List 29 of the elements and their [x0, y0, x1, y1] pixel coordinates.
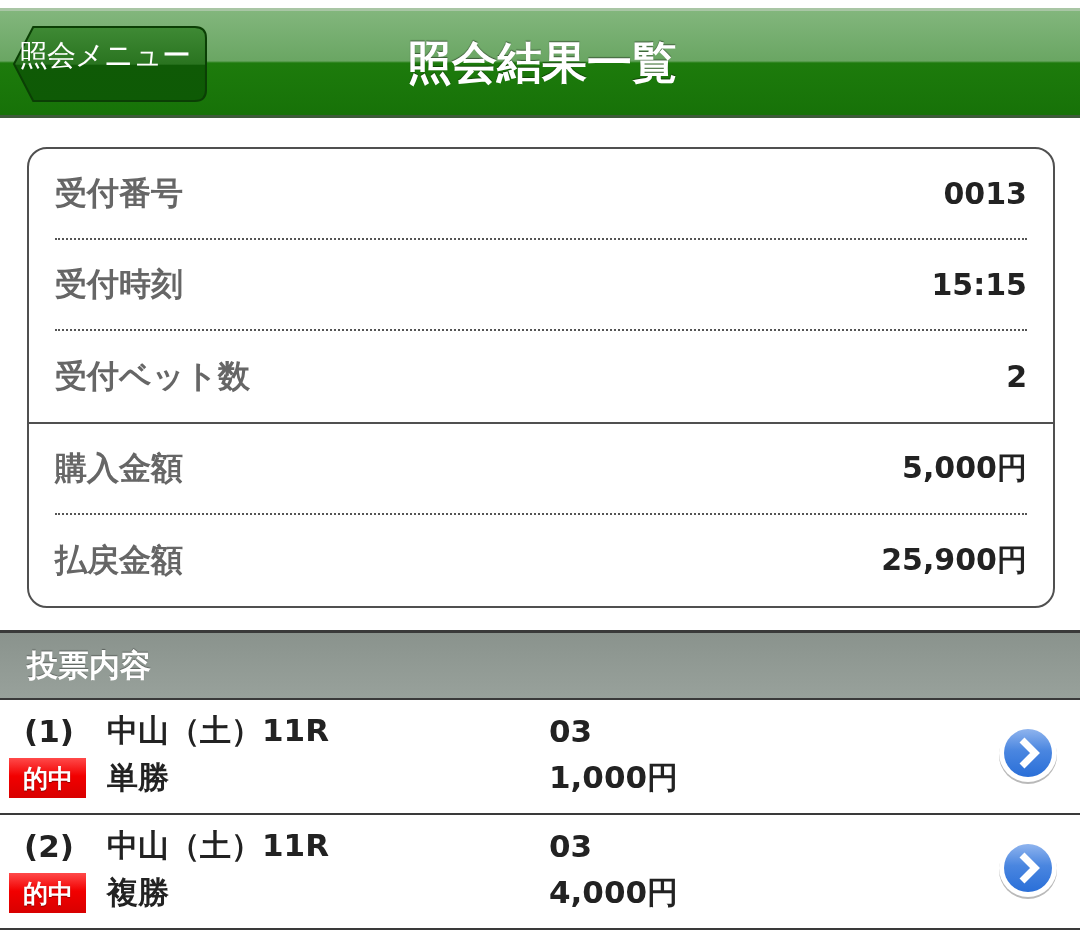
- summary-label: 購入金額: [55, 447, 183, 489]
- race-name: 中山（土）11R: [107, 826, 330, 865]
- page-title: 照会結果一覧: [407, 35, 677, 91]
- bet-row[interactable]: (1) 中山（土）11R 03 的中 単勝 1,000円: [0, 700, 1080, 815]
- summary-value: 25,900円: [881, 541, 1027, 579]
- bet-number: (1): [23, 713, 75, 749]
- summary-value: 15:15: [931, 267, 1027, 302]
- summary-label: 受付時刻: [55, 263, 183, 305]
- summary-value: 2: [1006, 359, 1027, 394]
- chevron-circle-icon[interactable]: [998, 839, 1058, 901]
- summary-value: 5,000円: [902, 449, 1027, 487]
- chevron-circle-icon[interactable]: [998, 724, 1058, 786]
- bet-amount: 4,000円: [549, 873, 680, 912]
- bet-selection: 03: [549, 713, 594, 749]
- bet-number: (2): [23, 828, 75, 864]
- summary-label: 受付番号: [55, 172, 183, 214]
- summary-label: 払戻金額: [55, 539, 183, 581]
- bet-row[interactable]: (2) 中山（土）11R 03 的中 複勝 4,000円: [0, 815, 1080, 930]
- section-title: 投票内容: [27, 645, 151, 685]
- back-button[interactable]: 照会メニュー: [13, 26, 207, 102]
- race-name: 中山（土）11R: [107, 711, 330, 750]
- bet-selection: 03: [549, 828, 594, 864]
- summary-value: 0013: [943, 176, 1027, 211]
- hit-badge: 的中: [9, 758, 86, 798]
- bet-type: 複勝: [107, 873, 170, 912]
- summary-label: 受付ベット数: [55, 355, 250, 397]
- bet-type: 単勝: [107, 758, 170, 797]
- hit-badge: 的中: [9, 873, 86, 913]
- bet-amount: 1,000円: [549, 758, 680, 797]
